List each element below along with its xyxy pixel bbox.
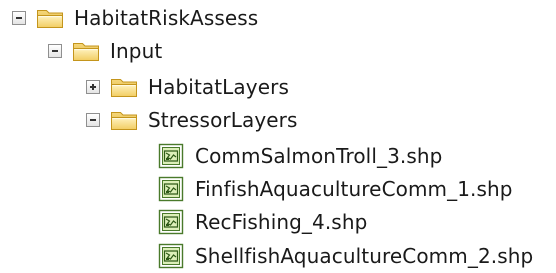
tree-node-shapefile[interactable]: FinfishAquacultureComm_1.shp (158, 173, 514, 205)
tree-node-shapefile[interactable]: RecFishing_4.shp (158, 206, 368, 238)
tree-node-label[interactable]: RecFishing_4.shp (194, 209, 368, 235)
collapse-toggle-icon[interactable] (48, 44, 62, 58)
folder-icon (72, 40, 100, 62)
tree-node-label[interactable]: StressorLayers (147, 107, 299, 133)
shapefile-icon (158, 143, 184, 169)
tree-node-habitatlayers[interactable]: HabitatLayers (86, 71, 290, 103)
tree-node-label[interactable]: HabitatRiskAssess (73, 5, 259, 31)
tree-node-shapefile[interactable]: ShellfishAquacultureComm_2.shp (158, 240, 534, 272)
tree-node-shapefile[interactable]: CommSalmonTroll_3.shp (158, 140, 443, 172)
folder-icon (110, 76, 138, 98)
tree-node-habitatriskassess[interactable]: HabitatRiskAssess (12, 2, 259, 34)
tree-node-label[interactable]: FinfishAquacultureComm_1.shp (194, 176, 514, 202)
tree-node-label[interactable]: CommSalmonTroll_3.shp (194, 143, 443, 169)
shapefile-icon (158, 176, 184, 202)
catalog-tree: HabitatRiskAssess Input HabitatLayers St… (0, 0, 556, 273)
shapefile-icon (158, 209, 184, 235)
tree-node-label[interactable]: ShellfishAquacultureComm_2.shp (194, 243, 534, 269)
folder-icon (110, 109, 138, 131)
tree-node-label[interactable]: Input (109, 38, 163, 64)
folder-icon (36, 7, 64, 29)
shapefile-icon (158, 243, 184, 269)
collapse-toggle-icon[interactable] (86, 113, 100, 127)
tree-node-label[interactable]: HabitatLayers (147, 74, 290, 100)
collapse-toggle-icon[interactable] (12, 11, 26, 25)
tree-node-input[interactable]: Input (48, 35, 163, 67)
tree-node-stressorlayers[interactable]: StressorLayers (86, 104, 299, 136)
expand-toggle-icon[interactable] (86, 80, 100, 94)
